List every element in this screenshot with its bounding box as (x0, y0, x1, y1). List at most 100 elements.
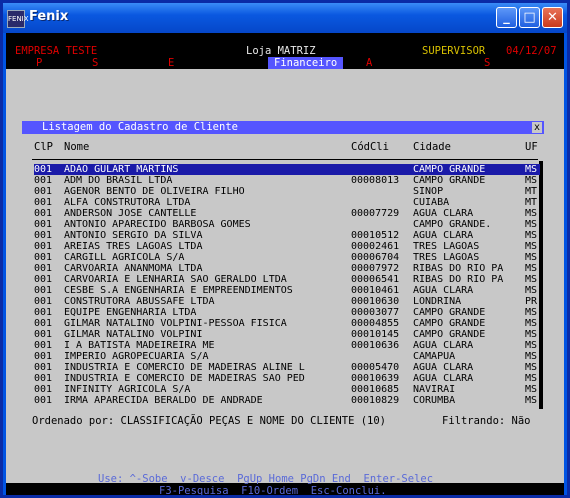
table-row[interactable]: 001 CARGILL AGRICOLA S/A 00006704 TRES LAGO… (34, 252, 540, 263)
cell-nome: CARVOARIA ANANMOMA LTDA (64, 263, 203, 274)
maximize-button[interactable]: □ (519, 7, 540, 28)
cell-uf: MS (525, 362, 538, 373)
cell-uf: MS (525, 175, 538, 186)
cell-nome: IRMA APARECIDA BERALDO DE ANDRADE (64, 395, 263, 406)
table-row[interactable]: 001 ANTONIO SERGIO DA SILVA 00010512 AGUA C… (34, 230, 540, 241)
table-row[interactable]: 001 I A BATISTA MADEIREIRA ME 00010636 AGUA… (34, 340, 540, 351)
col-header-cidade[interactable]: Cidade (413, 141, 451, 153)
table-row[interactable]: 001 ANTONIO APARECIDO BARBOSA GOMES CAMPO … (34, 219, 540, 230)
menu-financeiro[interactable]: Financeiro (268, 57, 344, 69)
table-row[interactable]: 001 INDUSTRIA E COMERCIO DE MADEIRAS ALIN… (34, 362, 540, 373)
header-divider (32, 159, 538, 160)
cell-nome: CESBE S.A ENGENHARIA E EMPREENDIMENTOS (64, 285, 293, 296)
table-row[interactable]: 001 IRMA APARECIDA BERALDO DE ANDRADE 0001… (34, 395, 540, 406)
cell-clp: 001 (34, 351, 53, 362)
help-keys-line2: F3-Pesquisa F10-Ordem Esc-Conclui. (159, 485, 387, 495)
table-row[interactable]: 001 ADAO GULART MARTINS CAMPO GRANDE MS (34, 164, 540, 175)
sort-status: Ordenado por: CLASSIFICAÇÃO PEÇAS E NOME… (32, 415, 387, 427)
cell-cidade: AGUA CLARA (413, 285, 474, 296)
table-row[interactable]: 001 EQUIPE ENGENHARIA LTDA 00003077 CAMPO G… (34, 307, 540, 318)
cell-clp: 001 (34, 219, 53, 230)
cell-nome: AREIAS TRES LAGOAS LTDA (64, 241, 203, 252)
cell-cidade: TRES LAGOAS (413, 252, 480, 263)
cell-cod: 00006541 (351, 274, 400, 285)
panel-title: Listagem do Cadastro de Cliente (42, 121, 238, 133)
cell-clp: 001 (34, 395, 53, 406)
cell-cidade: RIBAS DO RIO PA (413, 274, 504, 285)
menu-administrativo[interactable]: Administrativo (366, 57, 455, 69)
cell-clp: 001 (34, 285, 53, 296)
cell-uf: MS (525, 307, 538, 318)
table-row[interactable]: 001 CESBE S.A ENGENHARIA E EMPREENDIMENTO… (34, 285, 540, 296)
table-row[interactable]: 001 IMPERIO AGROPECUARIA S/A CAMAPUA MS (34, 351, 540, 362)
cell-clp: 001 (34, 340, 53, 351)
cell-cod: 00006704 (351, 252, 400, 263)
cell-cidade: AGUA CLARA (413, 340, 474, 351)
cell-cidade: TRES LAGOAS (413, 241, 480, 252)
cell-cod: 00010145 (351, 329, 400, 340)
cell-cod: 00005470 (351, 362, 400, 373)
table-row[interactable]: 001 ADM DO BRASIL LTDA 00008013 CAMPO GRAND… (34, 175, 540, 186)
cell-cidade: CAMPO GRANDE (413, 329, 486, 340)
table-row[interactable]: 001 ALFA CONSTRUTORA LTDA CUIABA MT (34, 197, 540, 208)
table-row[interactable]: 001 INFINITY AGRICOLA S/A 00010685 NAVIRAI M… (34, 384, 540, 395)
table-row[interactable]: 001 GILMAR NATALINO VOLPINI 00010145 CAMPO … (34, 329, 540, 340)
table-row[interactable]: 001 AGENOR BENTO DE OLIVEIRA FILHO SINOP MT (34, 186, 540, 197)
panel-close-icon[interactable]: x (532, 122, 542, 133)
window-title: Fenix (29, 9, 69, 24)
col-header-clp[interactable]: ClP (34, 141, 53, 153)
cell-cidade: AGUA CLARA (413, 208, 474, 219)
cell-cod: 00003077 (351, 307, 400, 318)
cell-uf: MT (525, 197, 538, 208)
menu-equipamentos[interactable]: Equipamentos (168, 57, 244, 69)
cell-cidade: CAMPO GRANDE (413, 164, 486, 175)
table-row[interactable]: 001 AREIAS TRES LAGOAS LTDA 00002461 TRES L… (34, 241, 540, 252)
cell-cidade: CAMAPUA (413, 351, 456, 362)
menu-servicos[interactable]: Serviços (92, 57, 143, 69)
cell-nome: CONSTRUTORA ABUSSAFE LTDA (64, 296, 215, 307)
col-header-nome[interactable]: Nome (64, 141, 89, 153)
col-header-uf[interactable]: UF (525, 141, 538, 153)
cell-nome: GILMAR NATALINO VOLPINI-PESSOA FISICA (64, 318, 287, 329)
cell-clp: 001 (34, 318, 53, 329)
cell-nome: GILMAR NATALINO VOLPINI (64, 329, 203, 340)
cell-clp: 001 (34, 230, 53, 241)
close-button[interactable]: ✕ (542, 7, 563, 28)
cell-nome: ANTONIO SERGIO DA SILVA (64, 230, 203, 241)
client-list-panel: Listagem do Cadastro de Cliente x ClP No… (22, 121, 544, 427)
cell-cod: 00010512 (351, 230, 400, 241)
table-row[interactable]: 001 CARVOARIA ANANMOMA LTDA 00007972 RIBAS … (34, 263, 540, 274)
cell-cidade: CUIABA (413, 197, 450, 208)
cell-cidade: CAMPO GRANDE (413, 175, 486, 186)
cell-clp: 001 (34, 197, 53, 208)
cell-clp: 001 (34, 263, 53, 274)
table-row[interactable]: 001 CARVOARIA E LENHARIA SAO GERALDO LTDA… (34, 274, 540, 285)
cell-clp: 001 (34, 384, 53, 395)
cell-uf: MS (525, 252, 538, 263)
title-bar[interactable]: FENIX Fenix _ □ ✕ (3, 3, 567, 33)
cell-cod: 00010636 (351, 340, 400, 351)
user-role: SUPERVISOR (422, 45, 486, 57)
cell-cidade: AGUA CLARA (413, 362, 474, 373)
table-row[interactable]: 001 ANDERSON JOSE CANTELLE 00007729 AGUA CL… (34, 208, 540, 219)
cell-uf: MS (525, 219, 538, 230)
cell-uf: MS (525, 329, 538, 340)
table-row[interactable]: 001 INDUSTRIA E COMERCIO DE MADEIRAS SAO … (34, 373, 540, 384)
cell-clp: 001 (34, 373, 53, 384)
col-header-codcli[interactable]: CódCli (351, 141, 389, 153)
cell-uf: MS (525, 230, 538, 241)
cell-uf: MS (525, 373, 538, 384)
cell-uf: MS (525, 340, 538, 351)
menu-pecas[interactable]: Peças (36, 57, 68, 69)
table-row[interactable]: 001 GILMAR NATALINO VOLPINI-PESSOA FISICA… (34, 318, 540, 329)
cell-nome: ALFA CONSTRUTORA LTDA (64, 197, 191, 208)
cell-uf: MS (525, 285, 538, 296)
minimize-button[interactable]: _ (496, 7, 517, 28)
cell-cidade: SINOP (413, 186, 444, 197)
cell-uf: MT (525, 186, 538, 197)
cell-nome: EQUIPE ENGENHARIA LTDA (64, 307, 197, 318)
cell-cod: 00010639 (351, 373, 400, 384)
cell-uf: MS (525, 318, 538, 329)
table-row[interactable]: 001 CONSTRUTORA ABUSSAFE LTDA 00010630 LOND… (34, 296, 540, 307)
menu-suporte[interactable]: Suporte (484, 57, 528, 69)
